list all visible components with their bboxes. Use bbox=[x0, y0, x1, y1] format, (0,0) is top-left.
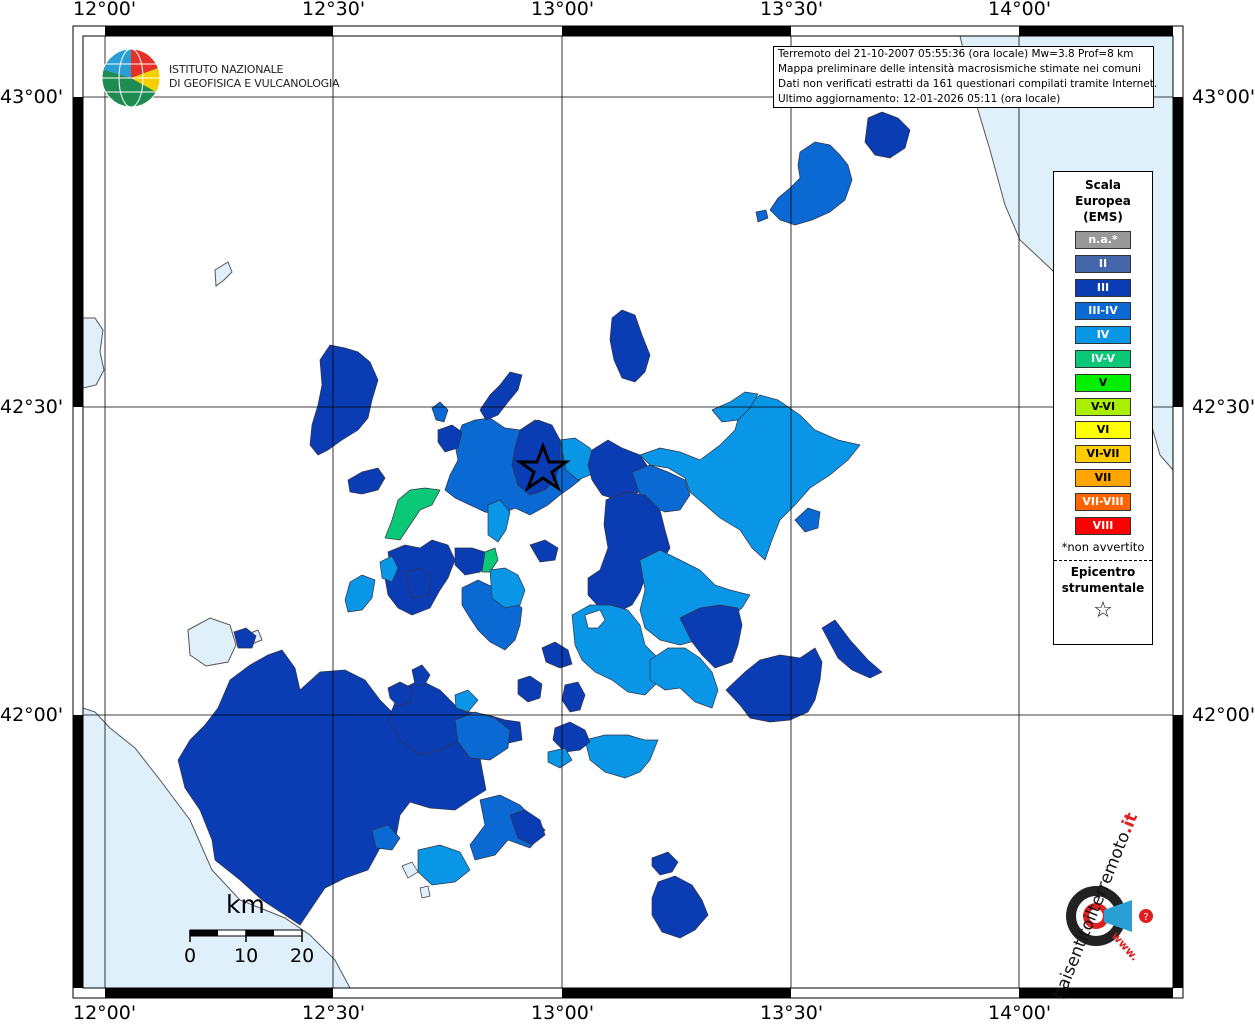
legend-item: VIII bbox=[1075, 516, 1131, 535]
legend-item: IV bbox=[1075, 326, 1131, 345]
lon-label-top-3: 13°00' bbox=[531, 0, 595, 20]
legend-epicenter-line1: Epicentro bbox=[1070, 565, 1136, 580]
institute-name: ISTITUTO NAZIONALE DI GEOFISICA E VULCAN… bbox=[169, 63, 340, 91]
legend-item: VII-VIII bbox=[1075, 492, 1131, 511]
event-info-box: Terremoto del 21-10-2007 05:55:36 (ora l… bbox=[773, 46, 1158, 108]
lon-label-top-5: 14°00' bbox=[988, 0, 1052, 20]
lon-label-top-4: 13°30' bbox=[760, 0, 824, 20]
scale-label-10: 10 bbox=[234, 945, 259, 967]
ems-legend: Scala Europea (EMS) n.a.* II III III-IV IV IV… bbox=[1053, 171, 1153, 645]
scale-label-0: 0 bbox=[184, 945, 197, 967]
svg-text:?: ? bbox=[1143, 912, 1148, 923]
legend-item: VI bbox=[1075, 421, 1131, 440]
legend-item: IV-V bbox=[1075, 349, 1131, 368]
legend-item: III-IV bbox=[1075, 302, 1131, 321]
legend-separator bbox=[1054, 560, 1152, 562]
lon-label-bottom-2: 12°30' bbox=[302, 1002, 366, 1024]
event-info-line2: Mappa preliminare delle intensità macros… bbox=[778, 63, 1141, 75]
lat-label-right-2: 42°30' bbox=[1192, 396, 1255, 418]
legend-item: n.a.* bbox=[1075, 231, 1131, 249]
scale-label-20: 20 bbox=[290, 945, 315, 967]
legend-item: VI-VII bbox=[1075, 445, 1131, 464]
lon-label-bottom-1: 12°00' bbox=[73, 1002, 137, 1024]
legend-title: Scala Europea (EMS) bbox=[1054, 177, 1152, 225]
ingv-logo-icon bbox=[101, 48, 161, 108]
legend-items: n.a.* II III III-IV IV IV-V V V-VI VI VI-VII VII VI… bbox=[1054, 231, 1152, 535]
lon-label-top-1: 12°00' bbox=[73, 0, 137, 20]
legend-epicenter-label: Epicentro strumentale bbox=[1054, 564, 1152, 596]
legend-item: VII bbox=[1075, 468, 1131, 487]
event-info-line1: Terremoto del 21-10-2007 05:55:36 (ora l… bbox=[778, 48, 1134, 60]
lat-label-right-1: 43°00' bbox=[1192, 86, 1255, 108]
event-info-line3: Dati non verificati estratti da 161 ques… bbox=[778, 78, 1158, 90]
legend-title-line3: (EMS) bbox=[1083, 210, 1123, 224]
legend-title-line1: Scala bbox=[1084, 178, 1122, 192]
legend-item: V bbox=[1075, 373, 1131, 392]
institute-name-line1: ISTITUTO NAZIONALE bbox=[169, 63, 284, 76]
lat-label-left-1: 43°00' bbox=[0, 86, 64, 108]
legend-note: *non avvertito bbox=[1061, 540, 1145, 555]
legend-item: III bbox=[1075, 278, 1131, 297]
municipality-small-island-2 bbox=[419, 885, 431, 899]
legend-item: II bbox=[1075, 254, 1131, 273]
legend-title-line2: Europea bbox=[1075, 194, 1131, 208]
lat-label-right-3: 42°00' bbox=[1192, 704, 1255, 726]
legend-item: V-VI bbox=[1075, 397, 1131, 416]
scale-unit: km bbox=[226, 890, 265, 919]
legend-epicenter-line2: strumentale bbox=[1061, 581, 1145, 596]
institute-name-line2: DI GEOFISICA E VULCANOLOGIA bbox=[169, 77, 340, 90]
lon-label-top-2: 12°30' bbox=[302, 0, 366, 20]
lon-label-bottom-3: 13°00' bbox=[531, 1002, 595, 1024]
lon-label-bottom-4: 13°30' bbox=[760, 1002, 824, 1024]
lat-label-left-3: 42°00' bbox=[0, 704, 64, 726]
event-info-line4: Ultimo aggiornamento: 12-01-2026 05:11 (… bbox=[778, 93, 1061, 105]
lon-label-bottom-5: 14°00' bbox=[988, 1002, 1052, 1024]
epicenter-star-icon: ☆ bbox=[1093, 598, 1113, 624]
lat-label-left-2: 42°30' bbox=[0, 396, 64, 418]
